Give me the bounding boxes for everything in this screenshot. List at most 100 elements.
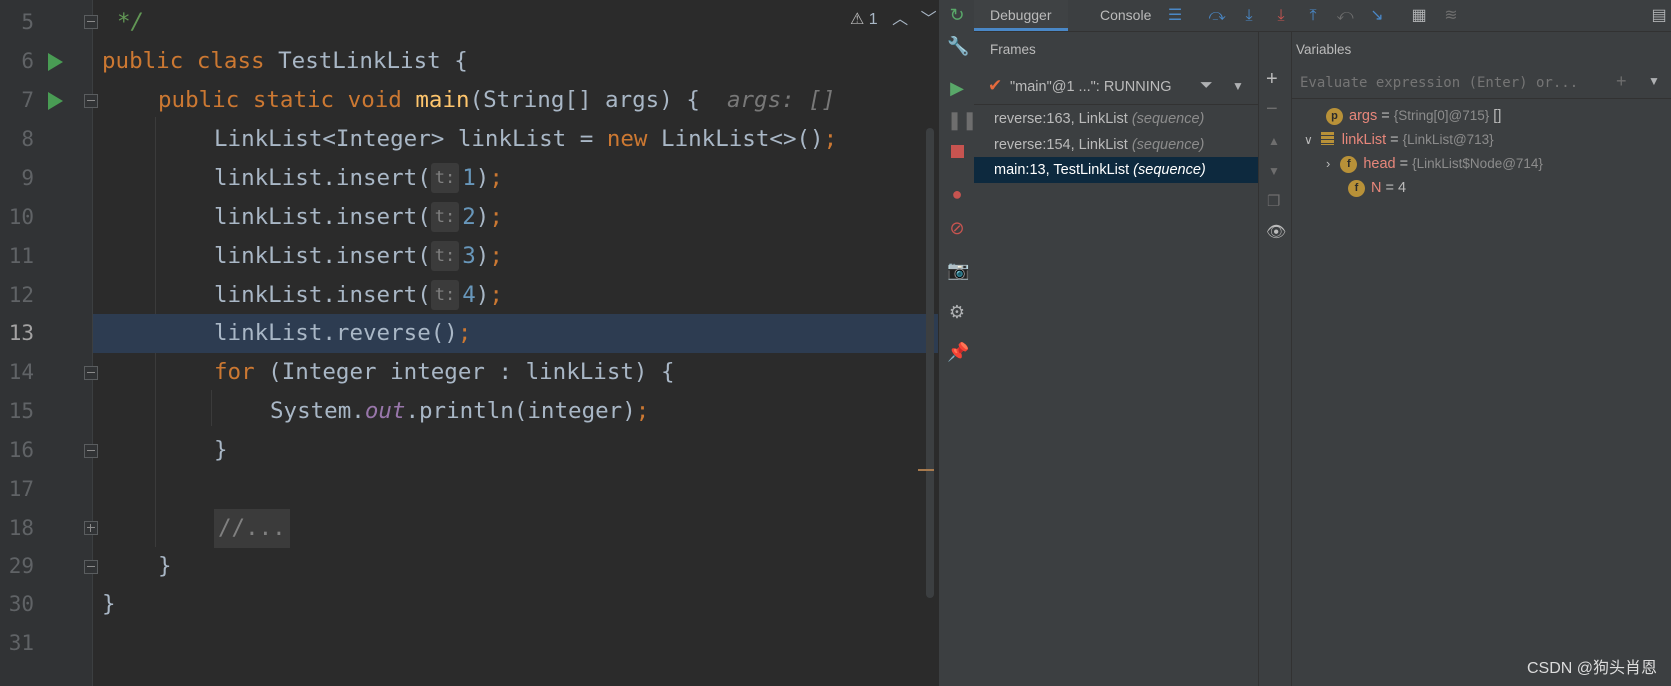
chevron-down-icon[interactable]: ∨ bbox=[1304, 133, 1313, 147]
editor-scrollbar[interactable] bbox=[926, 128, 934, 598]
line-number: 7 bbox=[21, 88, 34, 112]
warning-count: 1 bbox=[868, 11, 878, 28]
evaluate-expression-input[interactable] bbox=[1298, 70, 1602, 96]
thread-selector[interactable]: ✔ "main"@1 ...": RUNNING ⏷ ▼ bbox=[974, 72, 1258, 105]
chevron-down-icon[interactable]: ▼ bbox=[1648, 74, 1660, 88]
remove-watch-icon[interactable]: − bbox=[1266, 98, 1278, 121]
run-main-icon[interactable] bbox=[48, 92, 63, 110]
watches-eye-icon[interactable]: 👁 bbox=[1266, 222, 1286, 242]
frame-item[interactable]: reverse:154, LinkList (sequence) bbox=[974, 132, 1258, 158]
next-highlight-icon[interactable]: ﹀ bbox=[921, 11, 937, 28]
fold-marker-icon[interactable] bbox=[84, 94, 98, 108]
fold-marker-icon[interactable] bbox=[84, 15, 98, 29]
inspection-widget[interactable]: ⚠ 1 ︿ ﹀ bbox=[850, 5, 937, 29]
line-number: 18 bbox=[8, 516, 34, 540]
view-breakpoints-icon[interactable]: ● bbox=[947, 184, 967, 204]
step-over-icon[interactable]: ⤼ bbox=[1206, 5, 1228, 27]
fold-marker-icon[interactable] bbox=[84, 444, 98, 458]
code-line: 7 public static void main(String[] args)… bbox=[0, 81, 938, 120]
line-number: 17 bbox=[8, 477, 34, 501]
pin-tab-icon[interactable]: 📌 bbox=[947, 342, 969, 362]
chevron-right-icon[interactable]: › bbox=[1326, 156, 1330, 171]
variable-row[interactable]: p args = {String[0]@715} [] bbox=[1326, 104, 1501, 128]
code-line: 6 public class TestLinkList { bbox=[0, 42, 938, 81]
filter-icon[interactable]: ⏷ bbox=[1200, 77, 1213, 95]
move-down-icon[interactable]: ▼ bbox=[1268, 164, 1280, 178]
add-watch-icon[interactable]: + bbox=[1266, 68, 1278, 91]
layout-settings-icon[interactable]: ▤ bbox=[1648, 5, 1670, 27]
modify-run-config-icon[interactable]: 🔧 bbox=[947, 36, 969, 56]
variable-row[interactable]: ∨ linkList = {LinkList@713} bbox=[1304, 128, 1494, 152]
code-line: 17 bbox=[0, 470, 938, 509]
code-line: 8 LinkList<Integer> linkList = new LinkL… bbox=[0, 120, 938, 159]
evaluate-expression-icon[interactable]: ▦ bbox=[1408, 5, 1430, 27]
local-variable-icon bbox=[1320, 132, 1334, 145]
code-line: 5 */ bbox=[0, 3, 938, 42]
expand-fold-icon[interactable] bbox=[84, 521, 98, 535]
stop-icon[interactable] bbox=[947, 142, 967, 162]
previous-highlight-icon[interactable]: ︿ bbox=[892, 11, 908, 28]
debug-actions-toolbar: ↻ 🔧 ▶ ❚❚ ● ⊘ 📷 ⚙ 📌 bbox=[938, 0, 977, 686]
field-badge-icon: f bbox=[1348, 180, 1365, 197]
frames-panel: Frames ✔ "main"@1 ...": RUNNING ⏷ ▼ reve… bbox=[974, 32, 1259, 686]
variable-row[interactable]: fN = 4 bbox=[1348, 176, 1406, 200]
code-editor[interactable]: 5 */ 6 public class TestLinkList { 7 pub… bbox=[0, 0, 938, 686]
debug-tool-window: Debugger Console ☰ ⤼ ⤓ ⤓ ⤒ ⤺ ↘ ▦ ≋ ▤ Fra… bbox=[974, 0, 1671, 686]
line-number: 30 bbox=[8, 592, 34, 616]
param-hint: t: bbox=[430, 163, 460, 193]
frame-item-selected[interactable]: main:13, TestLinkList (sequence) bbox=[974, 157, 1258, 183]
trace-stream-icon[interactable]: ≋ bbox=[1440, 5, 1462, 27]
code-line: 15 System.out.println(integer); bbox=[0, 392, 938, 431]
scrollbar-marker bbox=[918, 469, 934, 471]
frame-item[interactable]: reverse:163, LinkList (sequence) bbox=[974, 106, 1258, 132]
line-number: 15 bbox=[8, 399, 34, 423]
fold-marker-icon[interactable] bbox=[84, 560, 98, 574]
variables-title: Variables bbox=[1296, 42, 1352, 57]
code-line: 14 for (Integer integer : linkList) { bbox=[0, 353, 938, 392]
inline-value-hint: args: [] bbox=[726, 87, 836, 113]
tab-console[interactable]: Console bbox=[1084, 0, 1167, 31]
settings-gear-icon[interactable]: ⚙ bbox=[947, 302, 967, 322]
thread-label: "main"@1 ...": RUNNING bbox=[1010, 79, 1172, 95]
variables-panel: Variables + ▼ pargs = {String[0]@715} []… bbox=[1292, 32, 1671, 686]
line-number: 14 bbox=[8, 360, 34, 384]
code-line: 31 bbox=[0, 624, 938, 663]
param-hint: t: bbox=[430, 202, 460, 232]
code-line: 12 linkList.insert(t: 4); bbox=[0, 276, 938, 315]
get-thread-dump-icon[interactable]: 📷 bbox=[947, 260, 969, 280]
code-line: 29 } bbox=[0, 547, 938, 586]
add-to-watches-icon[interactable]: + bbox=[1616, 71, 1627, 92]
tab-debugger[interactable]: Debugger bbox=[974, 0, 1068, 31]
line-number: 31 bbox=[8, 631, 34, 655]
line-number: 29 bbox=[8, 554, 34, 578]
line-number: 6 bbox=[21, 49, 34, 73]
folded-region[interactable]: //... bbox=[214, 509, 290, 548]
evaluate-expression-bar: + ▼ bbox=[1292, 66, 1671, 99]
pause-program-icon[interactable]: ❚❚ bbox=[947, 110, 977, 130]
variable-row[interactable]: › f head = {LinkList$Node@714} bbox=[1326, 152, 1543, 176]
variables-toolbar: + − ▲ ▼ ❐ 👁 bbox=[1259, 32, 1292, 686]
line-number: 9 bbox=[21, 166, 34, 190]
step-out-icon[interactable]: ⤒ bbox=[1302, 5, 1324, 27]
step-into-icon[interactable]: ⤓ bbox=[1238, 5, 1260, 27]
line-number: 16 bbox=[8, 438, 34, 462]
run-class-icon[interactable] bbox=[48, 53, 63, 71]
rerun-icon[interactable]: ↻ bbox=[947, 5, 967, 25]
drop-frame-icon[interactable]: ⤺ bbox=[1334, 5, 1356, 27]
run-to-cursor-icon[interactable]: ↘ bbox=[1366, 5, 1388, 27]
mute-breakpoints-icon[interactable]: ⊘ bbox=[947, 218, 967, 238]
fold-marker-icon[interactable] bbox=[84, 366, 98, 380]
resume-program-icon[interactable]: ▶ bbox=[947, 78, 967, 98]
move-up-icon[interactable]: ▲ bbox=[1268, 134, 1280, 148]
line-number: 10 bbox=[8, 205, 34, 229]
line-number: 11 bbox=[8, 244, 34, 268]
chevron-down-icon[interactable]: ▼ bbox=[1232, 79, 1244, 93]
line-number: 12 bbox=[8, 283, 34, 307]
duplicate-watch-icon[interactable]: ❐ bbox=[1267, 192, 1280, 210]
show-execution-point-icon[interactable]: ☰ bbox=[1164, 5, 1186, 27]
force-step-into-icon[interactable]: ⤓ bbox=[1270, 5, 1292, 27]
code-line: 30 } bbox=[0, 585, 938, 624]
line-number: 5 bbox=[21, 10, 34, 34]
param-hint: t: bbox=[430, 280, 460, 310]
line-number: 13 bbox=[8, 321, 34, 345]
